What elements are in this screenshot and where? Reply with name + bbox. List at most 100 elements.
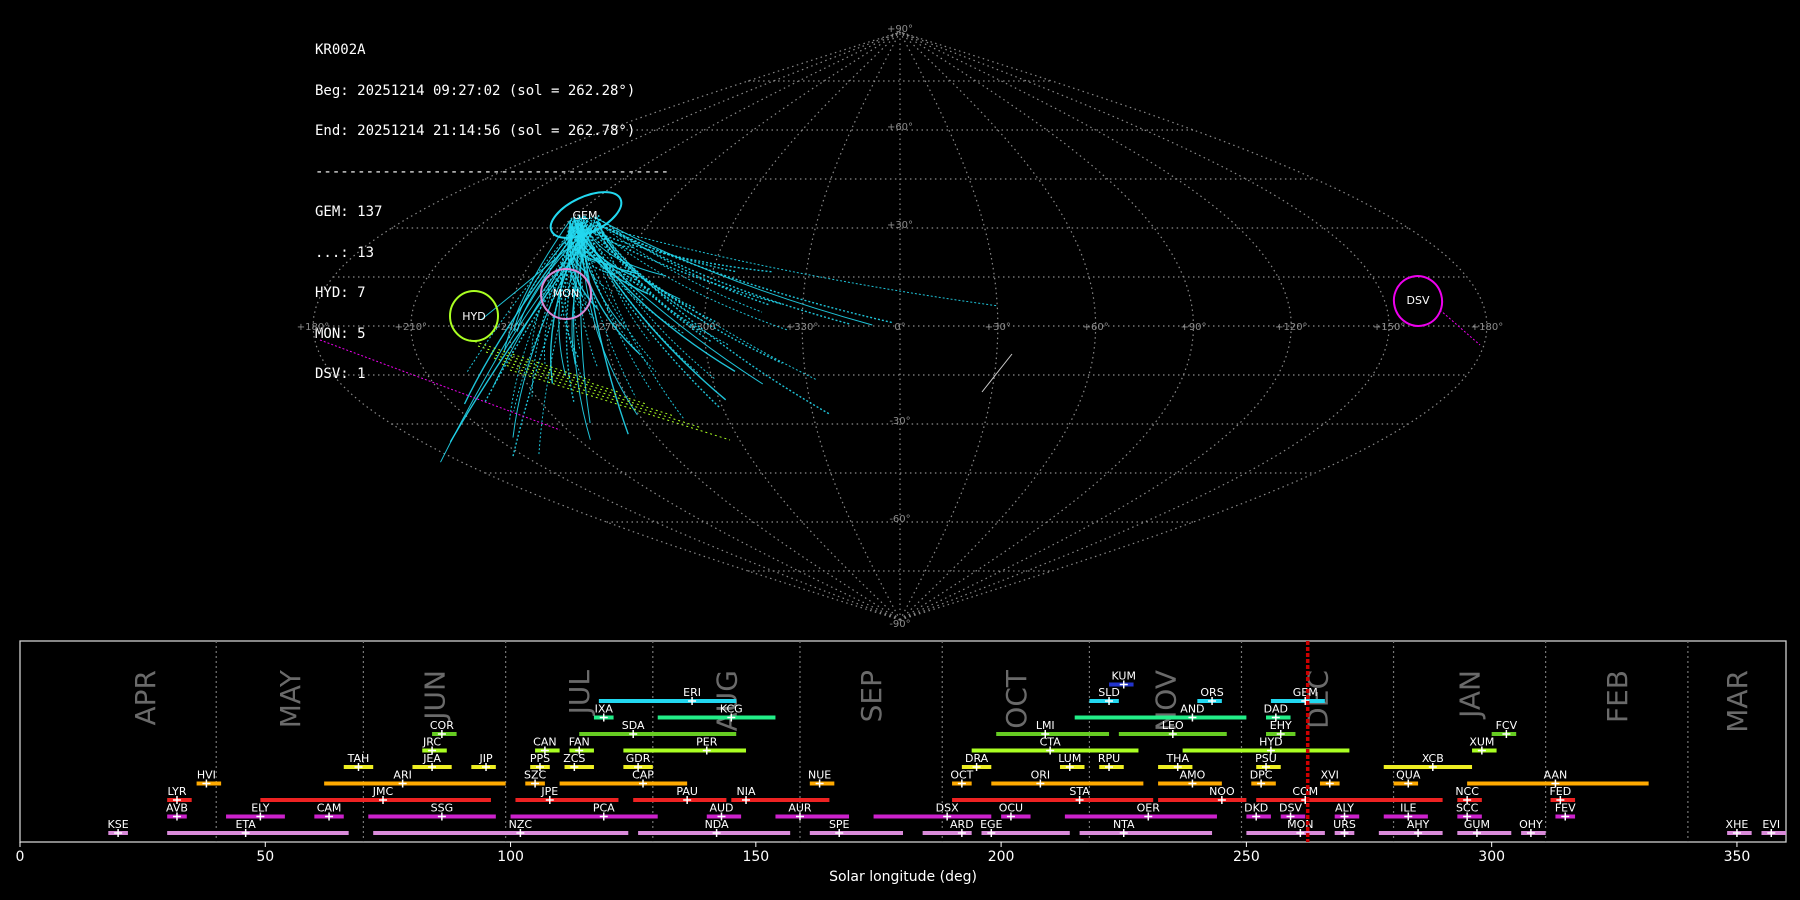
- shower-label-pca: PCA: [593, 802, 615, 815]
- x-tick-label: 350: [1724, 849, 1751, 865]
- shower-label-leo: LEO: [1162, 719, 1184, 732]
- shower-label-ely: ELY: [251, 802, 270, 815]
- month-label: APR: [129, 670, 162, 726]
- shower-label-nda: NDA: [705, 818, 730, 831]
- shower-label-kcg: KCG: [720, 703, 743, 716]
- shower-label-nta: NTA: [1113, 818, 1135, 831]
- shower-label-dpc: DPC: [1250, 769, 1273, 782]
- x-tick-label: 150: [742, 849, 769, 865]
- shower-label-jea: JEA: [422, 752, 441, 765]
- shower-label-rpu: RPU: [1098, 752, 1120, 765]
- shower-label-cta: CTA: [1040, 736, 1062, 749]
- shower-label-dsx: DSX: [936, 802, 959, 815]
- shower-label-dsv: DSV: [1279, 802, 1302, 815]
- shower-label-tah: TAH: [347, 752, 370, 765]
- shower-label-mon: MON: [1287, 818, 1313, 831]
- shower-label-ori: ORI: [1031, 769, 1051, 782]
- shower-label-com: COM: [1292, 785, 1318, 798]
- shower-label-aud: AUD: [709, 802, 733, 815]
- shower-label-cam: CAM: [317, 802, 342, 815]
- x-axis-label: Solar longitude (deg): [829, 869, 977, 885]
- month-label: SEP: [855, 670, 888, 722]
- shower-label-oct: OCT: [950, 769, 973, 782]
- shower-label-ocu: OCU: [999, 802, 1023, 815]
- shower-label-cor: COR: [430, 719, 454, 732]
- shower-label-ors: ORS: [1200, 686, 1223, 699]
- shower-label-nue: NUE: [808, 769, 831, 782]
- shower-label-sld: SLD: [1098, 686, 1120, 699]
- shower-label-jip: JIP: [478, 752, 492, 765]
- shower-label-szc: SZC: [524, 769, 547, 782]
- x-tick-label: 250: [1233, 849, 1260, 865]
- month-label: FEB: [1601, 670, 1634, 723]
- month-label: JUN: [419, 670, 452, 722]
- shower-label-dra: DRA: [965, 752, 989, 765]
- x-tick-label: 200: [988, 849, 1015, 865]
- shower-label-ile: ILE: [1400, 802, 1416, 815]
- shower-label-cap: CAP: [632, 769, 654, 782]
- shower-label-ixa: IXA: [595, 703, 614, 716]
- shower-label-ahy: AHY: [1407, 818, 1430, 831]
- shower-label-nia: NIA: [737, 785, 756, 798]
- shower-label-gum: GUM: [1464, 818, 1490, 831]
- shower-label-spe: SPE: [829, 818, 850, 831]
- shower-label-pau: PAU: [676, 785, 698, 798]
- shower-label-dad: DAD: [1264, 703, 1288, 716]
- shower-label-jrc: JRC: [422, 736, 441, 749]
- shower-label-and: AND: [1180, 703, 1204, 716]
- x-tick-label: 100: [497, 849, 524, 865]
- shower-label-fan: FAN: [569, 736, 590, 749]
- shower-label-psu: PSU: [1255, 752, 1277, 765]
- shower-label-xcb: XCB: [1422, 752, 1444, 765]
- shower-label-fev: FEV: [1555, 802, 1576, 815]
- shower-label-xum: XUM: [1469, 736, 1494, 749]
- shower-label-hyd: HYD: [1259, 736, 1282, 749]
- shower-label-xvi: XVI: [1321, 769, 1339, 782]
- shower-label-aly: ALY: [1335, 802, 1354, 815]
- shower-label-kum: KUM: [1112, 670, 1136, 683]
- shower-label-lum: LUM: [1058, 752, 1081, 765]
- shower-label-gdr: GDR: [626, 752, 651, 765]
- shower-label-aan: AAN: [1544, 769, 1568, 782]
- shower-label-lyr: LYR: [167, 785, 186, 798]
- shower-label-eta: ETA: [235, 818, 256, 831]
- month-label: MAY: [274, 669, 307, 728]
- shower-label-ncc: NCC: [1455, 785, 1479, 798]
- month-label: JUL: [563, 670, 596, 717]
- shower-label-sda: SDA: [622, 719, 645, 732]
- shower-label-lmi: LMI: [1036, 719, 1055, 732]
- shower-label-fed: FED: [1549, 785, 1571, 798]
- shower-label-pps: PPS: [530, 752, 550, 765]
- shower-label-evi: EVI: [1762, 818, 1780, 831]
- shower-label-oer: OER: [1137, 802, 1161, 815]
- shower-label-avb: AVB: [166, 802, 188, 815]
- shower-label-jpe: JPE: [540, 785, 558, 798]
- shower-label-hvi: HVI: [197, 769, 216, 782]
- shower-label-ssg: SSG: [431, 802, 454, 815]
- shower-timeline-chart: APR MAY JUN JUL AUG SEP OCT NOV DEC JAN FEB MARKUME…: [16, 640, 1787, 885]
- shower-label-dkd: DKD: [1244, 802, 1268, 815]
- shower-label-ege: EGE: [980, 818, 1002, 831]
- month-label: JAN: [1454, 670, 1487, 720]
- x-tick-label: 50: [256, 849, 274, 865]
- shower-label-nzc: NZC: [509, 818, 533, 831]
- shower-label-ehy: EHY: [1270, 719, 1292, 732]
- shower-label-can: CAN: [533, 736, 556, 749]
- shower-label-scc: SCC: [1456, 802, 1479, 815]
- shower-label-sta: STA: [1069, 785, 1090, 798]
- shower-label-zcs: ZCS: [563, 752, 585, 765]
- shower-label-per: PER: [696, 736, 718, 749]
- shower-label-ari: ARI: [393, 769, 411, 782]
- shower-label-qua: QUA: [1396, 769, 1421, 782]
- x-tick-label: 0: [16, 849, 25, 865]
- shower-label-noo: NOO: [1209, 785, 1235, 798]
- month-label: MAR: [1721, 670, 1754, 733]
- shower-label-gem: GEM: [1293, 686, 1318, 699]
- shower-label-ohy: OHY: [1519, 818, 1543, 831]
- month-label: OCT: [1000, 669, 1033, 729]
- shower-label-amo: AMO: [1180, 769, 1206, 782]
- shower-label-fcv: FCV: [1496, 719, 1518, 732]
- shower-label-kse: KSE: [108, 818, 129, 831]
- shower-label-jmc: JMC: [372, 785, 394, 798]
- x-tick-label: 300: [1478, 849, 1505, 865]
